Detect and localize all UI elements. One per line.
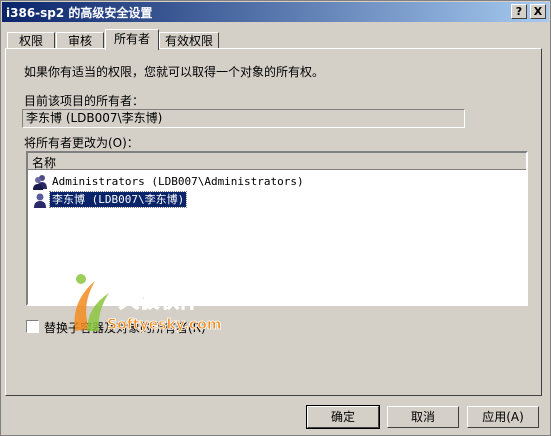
tab-effective-permissions[interactable]: 有效权限 — [159, 32, 219, 49]
current-owner-value: 李东博 (LDB007\李东博) — [26, 111, 163, 125]
tab-owner[interactable]: 所有者 — [105, 29, 159, 50]
list-item-label: 李东博 (LDB007\李东博) — [48, 191, 188, 208]
list-header-label: 名称 — [32, 156, 57, 170]
replace-owner-checkbox[interactable] — [26, 320, 39, 333]
group-icon — [33, 175, 47, 190]
list-item-label: Administrators (LDB007\Administrators) — [52, 175, 304, 188]
close-button[interactable]: X — [530, 4, 546, 19]
security-settings-window: i386-sp2 的高级安全设置 ? X 权限 审核 所有者 有效权限 如果你有… — [0, 0, 551, 436]
list-header-name[interactable]: 名称 — [28, 153, 526, 170]
help-button[interactable]: ? — [511, 4, 527, 19]
tab-permissions[interactable]: 权限 — [7, 32, 55, 49]
replace-owner-label[interactable]: 替换子容器及对象的所有者(R) — [44, 319, 206, 336]
intro-text: 如果你有适当的权限，您就可以取得一个对象的所有权。 — [24, 65, 325, 79]
current-owner-field: 李东博 (LDB007\李东博) — [22, 109, 465, 128]
window-title: i386-sp2 的高级安全设置 — [6, 6, 153, 20]
current-owner-label: 目前该项目的所有者： — [24, 94, 145, 108]
owner-list[interactable]: 名称 Administrators (LDB007\Administrators… — [26, 151, 528, 306]
apply-button[interactable]: 应用(A) — [467, 406, 539, 428]
title-bar[interactable]: i386-sp2 的高级安全设置 ? X — [2, 2, 549, 22]
cancel-button[interactable]: 取消 — [387, 406, 459, 428]
tab-auditing[interactable]: 审核 — [56, 32, 104, 49]
user-icon — [34, 193, 46, 208]
change-owner-label: 将所有者更改为(O)： — [24, 136, 139, 150]
ok-button[interactable]: 确定 — [306, 405, 380, 429]
